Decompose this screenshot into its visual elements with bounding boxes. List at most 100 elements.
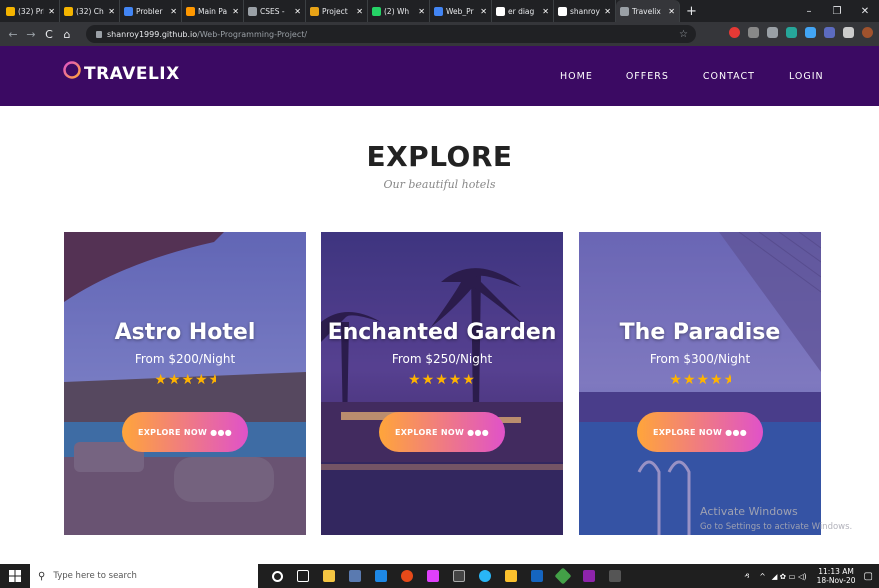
hotel-card-astro[interactable]: Astro Hotel From $200/Night ★★★★★ EXPLOR… <box>64 232 306 535</box>
hotel-card-enchanted[interactable]: Enchanted Garden From $250/Night ★★★★★ E… <box>321 232 563 535</box>
reload-icon[interactable]: C <box>40 28 58 41</box>
rating-stars: ★★★★★ <box>64 372 306 388</box>
taskbar-search[interactable]: ⚲ Type here to search <box>30 564 258 588</box>
close-tab-icon[interactable]: ✕ <box>356 7 363 16</box>
browser-tab[interactable]: er diag ✕ <box>492 0 554 22</box>
close-tab-icon[interactable]: ✕ <box>170 7 177 16</box>
back-icon[interactable]: ← <box>4 28 22 41</box>
app-icon[interactable] <box>602 564 628 588</box>
tab-title: CSES - <box>260 6 285 16</box>
minimize-icon[interactable]: – <box>795 6 823 17</box>
browser-tab[interactable]: Project ✕ <box>306 0 368 22</box>
tab-favicon-icon <box>434 6 443 16</box>
lock-icon <box>96 30 102 38</box>
extension-icon[interactable] <box>786 27 797 38</box>
tab-favicon-icon <box>186 6 195 16</box>
windows-logo-icon <box>9 570 21 582</box>
nav-home[interactable]: HOME <box>560 71 593 82</box>
close-tab-icon[interactable]: ✕ <box>108 7 115 16</box>
extension-icon[interactable] <box>729 27 740 38</box>
app-icon[interactable] <box>394 564 420 588</box>
close-tab-icon[interactable]: ✕ <box>542 7 549 16</box>
app-icon[interactable] <box>342 564 368 588</box>
tray-icons[interactable]: ◢ ✿ ▭ ◁) <box>772 572 807 581</box>
page-subtitle: Our beautiful hotels <box>383 178 496 191</box>
address-bar[interactable]: shanroy1999.github.io/Web-Programming-Pr… <box>86 25 696 43</box>
location-pin-icon <box>63 61 81 84</box>
close-tab-icon[interactable]: ✕ <box>480 7 487 16</box>
explore-now-button[interactable]: EXPLORE NOW ●●● <box>637 412 763 452</box>
nav-offers[interactable]: OFFERS <box>626 71 669 82</box>
app-icon[interactable] <box>420 564 446 588</box>
app-icon[interactable] <box>498 564 524 588</box>
tab-title: Web_Pr <box>446 6 474 16</box>
extension-icon[interactable] <box>805 27 816 38</box>
chevron-up-icon[interactable]: ^ <box>759 572 765 581</box>
app-icon[interactable] <box>576 564 602 588</box>
tab-favicon-icon <box>248 6 257 16</box>
nav-contact[interactable]: CONTACT <box>703 71 755 82</box>
close-tab-icon[interactable]: ✕ <box>294 7 301 16</box>
extensions-puzzle-icon[interactable] <box>843 27 854 38</box>
rating-stars: ★★★★★ <box>408 372 476 388</box>
browser-tab[interactable]: Travelix ✕ <box>616 0 680 22</box>
extension-icon[interactable] <box>748 27 759 38</box>
browser-tab[interactable]: Web_Pr ✕ <box>430 0 492 22</box>
search-icon: ⚲ <box>38 570 46 582</box>
tab-title: (2) Wh <box>384 6 410 16</box>
site-logo[interactable]: TRAVELIX <box>62 60 180 88</box>
extension-icon[interactable] <box>767 27 778 38</box>
file-explorer-icon[interactable] <box>316 564 342 588</box>
edge-icon[interactable] <box>472 564 498 588</box>
hotel-card-paradise[interactable]: The Paradise From $300/Night ★★★★★ EXPLO… <box>579 232 821 535</box>
browser-tab[interactable]: (32) Ch ✕ <box>60 0 120 22</box>
search-placeholder: Type here to search <box>53 571 137 581</box>
browser-tab[interactable]: Probler ✕ <box>120 0 182 22</box>
browser-tab[interactable]: (32) Pri ✕ <box>2 0 60 22</box>
tab-favicon-icon <box>64 6 73 16</box>
close-tab-icon[interactable]: ✕ <box>232 7 239 16</box>
app-icon[interactable] <box>524 564 550 588</box>
browser-tab[interactable]: (2) Wh ✕ <box>368 0 430 22</box>
tab-title: Project <box>322 6 348 16</box>
notifications-icon[interactable]: ▢ <box>864 571 873 582</box>
new-tab-button[interactable]: + <box>686 4 697 19</box>
tab-favicon-icon <box>310 6 319 16</box>
browser-tab[interactable]: shanroy ✕ <box>554 0 616 22</box>
close-tab-icon[interactable]: ✕ <box>418 7 425 16</box>
close-tab-icon[interactable]: ✕ <box>668 7 675 16</box>
terminal-icon[interactable] <box>446 564 472 588</box>
cortana-icon[interactable] <box>264 564 290 588</box>
task-view-icon[interactable] <box>290 564 316 588</box>
close-tab-icon[interactable]: ✕ <box>48 7 55 16</box>
window-controls: – ❐ ✕ <box>795 0 879 22</box>
people-icon[interactable]: ዳ <box>745 571 750 581</box>
nav-login[interactable]: LOGIN <box>789 71 824 82</box>
browser-tab[interactable]: CSES - ✕ <box>244 0 306 22</box>
home-icon[interactable]: ⌂ <box>58 28 76 41</box>
bookmark-star-icon[interactable]: ☆ <box>679 29 688 40</box>
hotel-price: From $300/Night <box>649 352 751 366</box>
app-icon[interactable] <box>550 564 576 588</box>
activate-windows-hint: Go to Settings to activate Windows. <box>700 522 853 532</box>
forward-icon[interactable]: → <box>22 28 40 41</box>
restore-icon[interactable]: ❐ <box>823 6 851 17</box>
start-button[interactable] <box>0 564 30 588</box>
app-icon[interactable] <box>368 564 394 588</box>
clock[interactable]: 11:13 AM 18-Nov-20 <box>817 567 856 585</box>
close-tab-icon[interactable]: ✕ <box>604 7 611 16</box>
tab-title: Probler <box>136 6 163 16</box>
taskbar-apps <box>264 564 628 588</box>
extension-icon[interactable] <box>824 27 835 38</box>
profile-avatar[interactable] <box>862 27 873 38</box>
url-host: shanroy1999.github.io <box>107 29 198 39</box>
tab-title: shanroy <box>570 6 600 16</box>
extensions-bar <box>729 27 873 38</box>
explore-now-button[interactable]: EXPLORE NOW ●●● <box>122 412 248 452</box>
tab-favicon-icon <box>124 6 133 16</box>
explore-now-button[interactable]: EXPLORE NOW ●●● <box>379 412 505 452</box>
tab-favicon-icon <box>6 6 15 16</box>
close-icon[interactable]: ✕ <box>851 6 879 17</box>
browser-tab[interactable]: Main Pa ✕ <box>182 0 244 22</box>
tab-favicon-icon <box>496 6 505 16</box>
